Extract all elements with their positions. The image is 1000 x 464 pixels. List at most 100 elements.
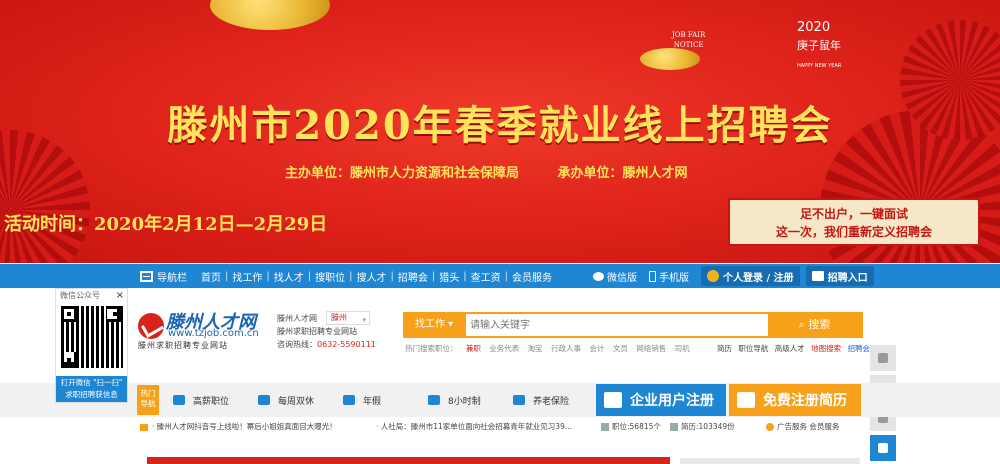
quick-link-job-fair[interactable]: 招聘会 bbox=[848, 344, 871, 353]
company-register-label: 企业用户注册 bbox=[630, 393, 714, 409]
ticker-text: · 滕州人才网抖音号上线啦！幂后小姐姐真面目大曝光！ bbox=[152, 422, 337, 431]
nav-link-find-talent[interactable]: 找人才 bbox=[270, 269, 308, 284]
wechat-version-link[interactable]: 微信版 bbox=[593, 269, 637, 284]
city-selector[interactable]: 滕州 ▾ bbox=[326, 311, 370, 325]
hot-search-item[interactable]: 网络销售 bbox=[636, 344, 666, 353]
logo-mark-icon bbox=[138, 313, 164, 339]
nav-link-headhunter[interactable]: 猎头 bbox=[435, 269, 463, 284]
nav-toggle[interactable]: 导航栏 bbox=[140, 269, 187, 284]
search-button[interactable]: ⌕ 搜索 bbox=[768, 314, 861, 336]
briefcase-icon bbox=[604, 392, 622, 408]
golden-cloud-decoration bbox=[210, 0, 330, 30]
wechat-popup-header: 微信公众号 × bbox=[56, 289, 127, 303]
category-8-hours[interactable]: 8小时制 bbox=[420, 394, 505, 407]
recruiter-entry-button[interactable]: 招聘入口 bbox=[805, 266, 874, 286]
category-pension[interactable]: 养老保险 bbox=[505, 394, 590, 407]
card-icon bbox=[173, 395, 185, 405]
nav-toggle-label: 导航栏 bbox=[157, 272, 187, 284]
hot-search-item[interactable]: 司机 bbox=[675, 344, 690, 353]
quick-links: 简历 职位导航 高级人才 地图搜索 招聘会 bbox=[717, 343, 874, 354]
user-icon bbox=[707, 270, 719, 282]
main-nav-bar: 导航栏 首页 | 找工作 | 找人才 | 搜职位 | 搜人才 | 招聘会 | 猎头 | 查工资… bbox=[0, 264, 1000, 288]
hot-search-item[interactable]: 兼职 bbox=[466, 344, 481, 353]
ticker-item[interactable]: · 滕州人才网抖音号上线啦！幂后小姐姐真面目大曝光！ bbox=[140, 421, 337, 432]
hot-search-item[interactable]: 行政人事 bbox=[551, 344, 581, 353]
nav-separator: | bbox=[504, 270, 508, 282]
mobile-version-label: 手机版 bbox=[659, 272, 689, 284]
content-strip bbox=[147, 457, 670, 464]
nav-link-search-jobs[interactable]: 搜职位 bbox=[311, 269, 349, 284]
document-icon bbox=[601, 423, 609, 431]
search-icon: ⌕ bbox=[798, 318, 805, 331]
briefcase-icon bbox=[811, 271, 824, 281]
category-annual-leave[interactable]: 年假 bbox=[335, 394, 420, 407]
year-text: 2020 bbox=[797, 20, 831, 35]
category-high-salary[interactable]: 高薪职位 bbox=[165, 394, 250, 407]
slogan-line2: 这一次，我们重新定义招聘会 bbox=[775, 225, 932, 239]
banner-title: 滕州市2020年春季就业线上招聘会 bbox=[167, 102, 833, 149]
nav-separator: | bbox=[463, 270, 467, 282]
service-links-label: 广告服务 会员服务 bbox=[777, 422, 840, 431]
wechat-icon bbox=[593, 271, 604, 281]
page-root: JOB FAIR NOTICE 2020 庚子鼠年 HAPPY NEW YEAR… bbox=[0, 0, 1000, 464]
nav-link-salary[interactable]: 查工资 bbox=[467, 269, 505, 284]
company-register-button[interactable]: 企业用户注册 bbox=[596, 384, 726, 416]
personal-login-button[interactable]: 个人登录 / 注册 bbox=[701, 266, 800, 286]
nav-link-search-talent[interactable]: 搜人才 bbox=[353, 269, 391, 284]
quick-link-map-search[interactable]: 地图搜索 bbox=[811, 344, 841, 353]
slogan-box: 足不出户，一键面试 这一次，我们重新定义招聘会 bbox=[728, 198, 980, 246]
organizer-text: 主办单位：滕州市人力资源和社会保障局 bbox=[285, 166, 520, 181]
nav-link-job-fair[interactable]: 招聘会 bbox=[394, 269, 432, 284]
ticker-item[interactable]: · 人社局：滕州市11家单位面向社会招募青年就业见习39... bbox=[376, 421, 572, 432]
nav-separator: | bbox=[307, 270, 312, 282]
hot-nav-tag: 热门导航 bbox=[137, 385, 159, 415]
nav-separator: | bbox=[390, 270, 394, 282]
qr-code-image bbox=[60, 306, 123, 368]
nav-link-find-job[interactable]: 找工作 bbox=[228, 269, 266, 284]
news-ticker: · 滕州人才网抖音号上线啦！幂后小姐姐真面目大曝光！ · 人社局：滕州市11家单… bbox=[140, 421, 860, 435]
logo-tagline: 滕州求职招聘专业网站 bbox=[138, 341, 228, 350]
undertaker-text: 承办单位：滕州人才网 bbox=[557, 166, 688, 181]
category-label: 年假 bbox=[363, 396, 382, 407]
quick-link-senior-talent[interactable]: 高级人才 bbox=[775, 344, 805, 353]
ticker-text: · 人社局：滕州市11家单位面向社会招募青年就业见习39... bbox=[376, 422, 573, 431]
hot-search-item[interactable]: 会计 bbox=[589, 344, 604, 353]
event-banner[interactable]: JOB FAIR NOTICE 2020 庚子鼠年 HAPPY NEW YEAR… bbox=[0, 0, 1000, 263]
search-category-label: 找工作 bbox=[415, 319, 445, 330]
category-weekends-off[interactable]: 每周双休 bbox=[250, 394, 335, 407]
shield-icon bbox=[513, 395, 525, 405]
beach-icon bbox=[343, 395, 355, 405]
hotline-number: 0632-5590111 bbox=[317, 340, 376, 349]
clock-icon bbox=[428, 395, 440, 405]
city-selected: 滕州 bbox=[331, 313, 347, 322]
hot-search-item[interactable]: 业务代表 bbox=[489, 344, 519, 353]
chevron-down-icon: ▾ bbox=[362, 316, 366, 324]
share-icon[interactable] bbox=[870, 345, 896, 371]
chat-icon[interactable] bbox=[870, 435, 896, 461]
close-icon[interactable]: × bbox=[116, 289, 124, 303]
question-icon bbox=[766, 423, 774, 431]
search-category-dropdown[interactable]: 找工作 ▾ bbox=[405, 314, 466, 336]
hot-search-item[interactable]: 淘宝 bbox=[528, 344, 543, 353]
nav-separator: | bbox=[349, 270, 353, 282]
quick-link-resume[interactable]: 简历 bbox=[717, 344, 732, 353]
category-label: 每周双休 bbox=[278, 396, 315, 407]
site-logo[interactable]: 滕州人才网 www.tzjob.com.cn 滕州求职招聘专业网站 bbox=[138, 307, 260, 351]
hot-search-item[interactable]: 文员 bbox=[613, 344, 628, 353]
resume-register-button[interactable]: 免费注册简历 bbox=[729, 384, 861, 416]
search-input[interactable] bbox=[470, 314, 770, 336]
quick-link-job-nav[interactable]: 职位导航 bbox=[738, 344, 768, 353]
hotline-label: 咨询热线： bbox=[277, 340, 317, 349]
service-links[interactable]: 广告服务 会员服务 bbox=[766, 421, 839, 432]
resumes-count-label: 简历:103349份 bbox=[681, 422, 735, 431]
zodiac-text: 庚子鼠年 bbox=[797, 39, 841, 52]
jobs-count-label: 职位:56815个 bbox=[612, 422, 661, 431]
nav-separator: | bbox=[266, 270, 270, 282]
nav-inner: 导航栏 首页 | 找工作 | 找人才 | 搜职位 | 搜人才 | 招聘会 | 猎头 | 查工资… bbox=[140, 264, 556, 288]
nav-link-home[interactable]: 首页 bbox=[197, 269, 225, 284]
jobfair-line2: NOTICE bbox=[673, 41, 704, 49]
nav-link-membership[interactable]: 会员服务 bbox=[508, 269, 556, 284]
mobile-version-link[interactable]: 手机版 bbox=[649, 269, 689, 284]
job-fair-notice-mark: JOB FAIR NOTICE bbox=[672, 30, 705, 50]
content-strip-gray bbox=[680, 458, 860, 464]
